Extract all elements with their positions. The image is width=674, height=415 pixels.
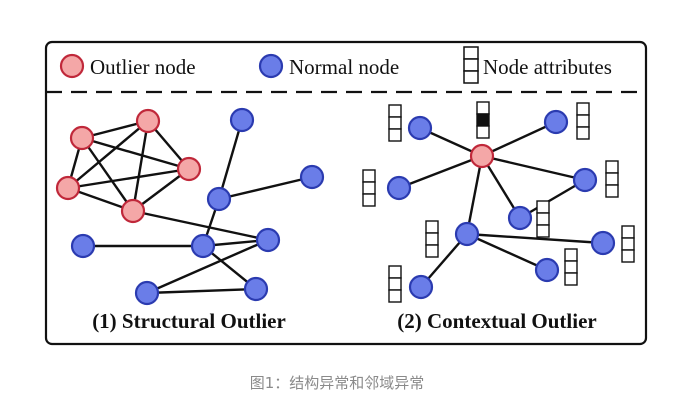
attribute-cell [536, 224, 550, 238]
attribute-cell [476, 125, 490, 139]
normal-node [454, 221, 480, 247]
normal-node [407, 115, 433, 141]
attribute-stack [476, 101, 490, 139]
attribute-cell [564, 272, 578, 286]
attribute-cell [605, 184, 619, 198]
outlier-node [176, 156, 202, 182]
attribute-stack [605, 160, 619, 198]
attribute-cell [425, 244, 439, 258]
contextual-outlier-title: (2) Contextual Outlier [397, 309, 596, 333]
graph-edge [217, 119, 244, 200]
attribute-stack [388, 265, 402, 303]
normal-node [70, 233, 96, 259]
graph-edge [81, 137, 134, 212]
attribute-cell [621, 249, 635, 263]
attribute-stack [362, 169, 376, 207]
legend: Outlier node Normal node Node attributes [59, 46, 612, 84]
legend-outlier-label: Outlier node [90, 55, 196, 79]
structural-outlier-title: (1) Structural Outlier [92, 309, 286, 333]
graph-edge [131, 120, 150, 212]
normal-node [572, 167, 598, 193]
normal-node [206, 186, 232, 212]
outlier-node [469, 143, 495, 169]
graph-edge [481, 154, 586, 182]
attribute-stack [536, 200, 550, 238]
normal-node [386, 175, 412, 201]
graph-edge [466, 232, 604, 245]
legend-attribute-swatch [463, 46, 479, 84]
normal-node [255, 227, 281, 253]
normal-node [507, 205, 533, 231]
attribute-stack [564, 248, 578, 286]
normal-node [590, 230, 616, 256]
attribute-cell [425, 220, 439, 234]
attribute-cell [564, 260, 578, 274]
graph-edge [398, 154, 483, 190]
outlier-node [120, 198, 146, 224]
attribute-cell [605, 172, 619, 186]
structural-edges [66, 119, 313, 295]
attribute-cell [476, 101, 490, 115]
outlier-node [135, 108, 161, 134]
attribute-stack [388, 104, 402, 142]
graph-edge [146, 287, 257, 295]
attribute-cell [576, 114, 590, 128]
attribute-cell [605, 160, 619, 174]
attribute-cell [425, 232, 439, 246]
attribute-cell [621, 225, 635, 239]
attribute-cell [576, 126, 590, 140]
normal-node [534, 257, 560, 283]
attribute-cell [388, 116, 402, 130]
attribute-cell [388, 128, 402, 142]
attribute-stack [425, 220, 439, 258]
attribute-cell [576, 102, 590, 116]
attribute-cell [536, 200, 550, 214]
attribute-stacks [362, 101, 635, 303]
attribute-stack [621, 225, 635, 263]
normal-node [190, 233, 216, 259]
attribute-cell [362, 169, 376, 183]
attribute-cell [388, 277, 402, 291]
attribute-cell [388, 265, 402, 279]
attribute-stack [576, 102, 590, 140]
outlier-node [55, 175, 81, 201]
legend-normal-label: Normal node [289, 55, 399, 79]
normal-node [408, 274, 434, 300]
attribute-cell [536, 212, 550, 226]
attribute-cell [362, 181, 376, 195]
normal-node [229, 107, 255, 133]
normal-node [299, 164, 325, 190]
graph-edge [218, 175, 313, 201]
legend-normal-swatch [258, 53, 284, 79]
attribute-cell [564, 248, 578, 262]
legend-attributes-label: Node attributes [483, 55, 612, 79]
attribute-cell [388, 104, 402, 118]
attribute-cell [362, 193, 376, 207]
figure-caption: 图1：结构异常和邻域异常 [249, 374, 425, 392]
legend-outlier-swatch [59, 53, 85, 79]
normal-node [243, 276, 269, 302]
graph-edge [481, 120, 557, 158]
attribute-cell [621, 237, 635, 251]
outlier-node [69, 125, 95, 151]
normal-node [543, 109, 569, 135]
normal-node [134, 280, 160, 306]
attribute-cell-anomalous [476, 113, 490, 127]
outlier-diagram: Outlier node Normal node Node attributes… [44, 40, 648, 346]
attribute-cell [388, 289, 402, 303]
